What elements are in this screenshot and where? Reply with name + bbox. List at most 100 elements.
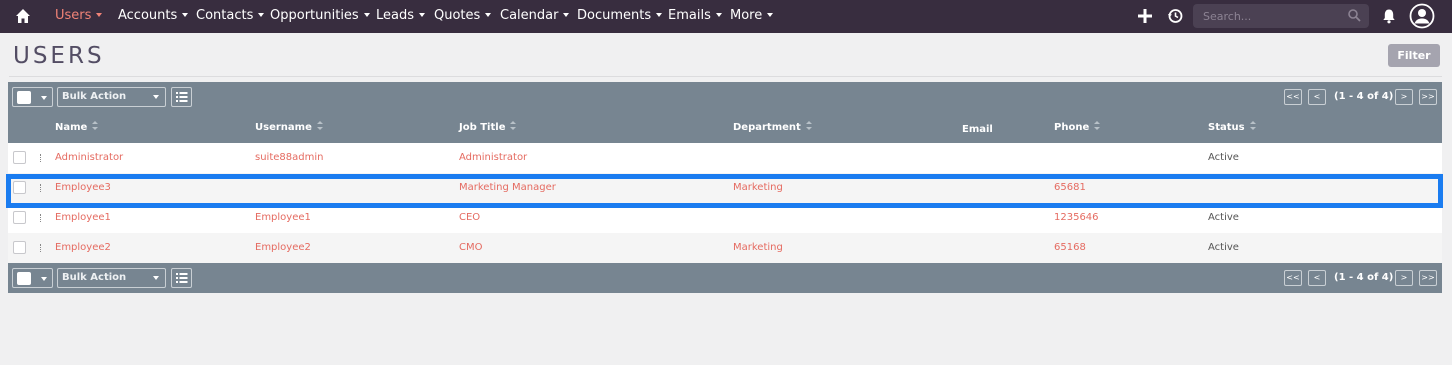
sort-icon (1249, 121, 1257, 131)
select-all-dropdown[interactable] (12, 87, 53, 107)
cell-job-title[interactable]: CMO (459, 242, 482, 253)
first-page-button[interactable]: << (1284, 270, 1302, 286)
nav-contacts[interactable]: Contacts (196, 8, 265, 23)
list-icon (176, 273, 188, 283)
cell-department[interactable]: Marketing (733, 242, 783, 253)
nav-emails[interactable]: Emails (668, 8, 722, 23)
cell-status: Active (1208, 212, 1239, 223)
page-title: USERS (13, 43, 105, 69)
row-checkbox[interactable] (13, 241, 26, 254)
prev-page-button[interactable]: < (1308, 270, 1326, 286)
next-page-button[interactable]: > (1395, 270, 1413, 286)
bell-icon[interactable] (1380, 7, 1398, 25)
cell-name[interactable]: Employee2 (55, 242, 111, 253)
bulk-action-label: Bulk Action (62, 91, 127, 102)
row-actions-icon[interactable] (40, 154, 42, 162)
list-icon (176, 92, 188, 102)
cell-job-title[interactable]: CEO (459, 212, 480, 223)
cell-phone[interactable]: 65168 (1054, 242, 1086, 253)
table-row: Employee3 Marketing Manager Marketing 65… (8, 173, 1442, 203)
nav-users[interactable]: Users (55, 8, 103, 23)
nav-quotes[interactable]: Quotes (434, 8, 492, 23)
column-header-job-title[interactable]: Job Title (459, 121, 517, 133)
nav-calendar[interactable]: Calendar (500, 8, 570, 23)
home-icon[interactable] (14, 7, 32, 25)
column-header-name[interactable]: Name (55, 121, 99, 133)
nav-leads[interactable]: Leads (376, 8, 426, 23)
pagination-count: (1 - 4 of 4) (1334, 272, 1394, 283)
chevron-down-icon (485, 13, 492, 17)
cell-phone[interactable]: 65681 (1054, 182, 1086, 193)
cell-phone[interactable]: 1235646 (1054, 212, 1099, 223)
cell-status: Active (1208, 152, 1239, 163)
table-row: Employee2 Employee2 CMO Marketing 65168 … (8, 233, 1442, 263)
top-navigation: Users Accounts Contacts Opportunities Le… (0, 0, 1452, 33)
row-actions-icon[interactable] (40, 184, 42, 192)
filter-button[interactable]: Filter (1388, 44, 1440, 67)
column-header-email: Email (962, 124, 993, 135)
table-row: Administrator suite88admin Administrator… (8, 143, 1442, 173)
chevron-down-icon (363, 13, 370, 17)
sort-icon (805, 121, 813, 131)
nav-opportunities[interactable]: Opportunities (270, 8, 370, 23)
user-avatar-icon[interactable] (1409, 3, 1435, 29)
plus-icon[interactable] (1136, 7, 1154, 25)
sort-icon (1094, 121, 1101, 131)
cell-username[interactable]: Employee2 (255, 242, 311, 253)
cell-username[interactable]: suite88admin (255, 152, 323, 163)
chevron-down-icon (656, 13, 663, 17)
column-header-phone[interactable]: Phone (1054, 121, 1101, 133)
next-page-button[interactable]: > (1395, 89, 1413, 105)
first-page-button[interactable]: << (1284, 89, 1302, 105)
nav-documents[interactable]: Documents (577, 8, 663, 23)
cell-name[interactable]: Administrator (55, 152, 123, 163)
history-icon[interactable] (1166, 7, 1184, 25)
row-actions-icon[interactable] (40, 214, 42, 222)
chevron-down-icon (715, 13, 722, 17)
cell-department[interactable]: Marketing (733, 182, 783, 193)
column-header-status[interactable]: Status (1208, 121, 1257, 133)
column-chooser-button[interactable] (171, 87, 192, 107)
bulk-action-label: Bulk Action (62, 272, 127, 283)
cell-job-title[interactable]: Administrator (459, 152, 527, 163)
checkbox-icon (17, 91, 31, 104)
select-all-dropdown[interactable] (12, 268, 53, 288)
search-icon[interactable] (1347, 8, 1361, 22)
bulk-action-dropdown[interactable]: Bulk Action (57, 87, 166, 107)
chevron-down-icon (153, 276, 159, 280)
chevron-down-icon (767, 13, 774, 17)
column-header-username[interactable]: Username (255, 121, 324, 133)
cell-job-title[interactable]: Marketing Manager (459, 182, 556, 193)
search-input[interactable] (1193, 4, 1343, 28)
row-checkbox[interactable] (13, 181, 26, 194)
cell-name[interactable]: Employee3 (55, 182, 111, 193)
action-bar-top: Bulk Action << < (1 - 4 of 4) > >> (8, 82, 1442, 112)
prev-page-button[interactable]: < (1308, 89, 1326, 105)
cell-status: Active (1208, 242, 1239, 253)
chevron-down-icon (153, 95, 159, 99)
row-actions-icon[interactable] (40, 244, 42, 252)
nav-accounts[interactable]: Accounts (118, 8, 189, 23)
chevron-down-icon (41, 277, 47, 281)
table-row: Employee1 Employee1 CEO 1235646 Active (8, 203, 1442, 233)
chevron-down-icon (419, 13, 426, 17)
column-chooser-button[interactable] (171, 268, 192, 288)
cell-name[interactable]: Employee1 (55, 212, 111, 223)
row-checkbox[interactable] (13, 211, 26, 224)
divider (9, 76, 1442, 77)
chevron-down-icon (182, 13, 189, 17)
users-list: Bulk Action << < (1 - 4 of 4) > >> Name … (8, 82, 1442, 293)
last-page-button[interactable]: >> (1419, 89, 1437, 105)
cell-username[interactable]: Employee1 (255, 212, 311, 223)
nav-more[interactable]: More (730, 8, 774, 23)
checkbox-icon (17, 272, 31, 285)
bulk-action-dropdown[interactable]: Bulk Action (57, 268, 166, 288)
column-header-department[interactable]: Department (733, 121, 813, 133)
row-checkbox[interactable] (13, 151, 26, 164)
action-bar-bottom: Bulk Action << < (1 - 4 of 4) > >> (8, 263, 1442, 293)
table-header: Name Username Job Title Department Email… (8, 112, 1442, 143)
pagination-count: (1 - 4 of 4) (1334, 91, 1394, 102)
chevron-down-icon (563, 13, 570, 17)
last-page-button[interactable]: >> (1419, 270, 1437, 286)
sort-icon (316, 121, 324, 131)
